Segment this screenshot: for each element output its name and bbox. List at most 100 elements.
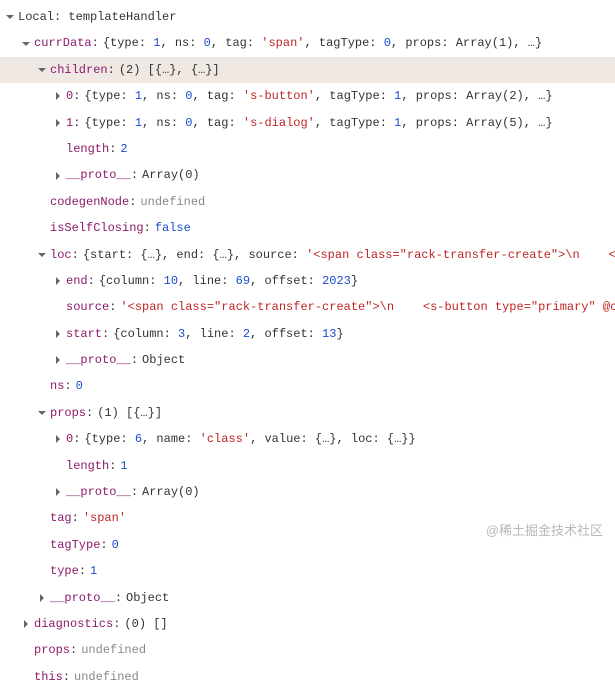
property-value: {type: 1, ns: 0, tag: 's-dialog', tagTyp… [84,113,552,133]
object-tree: currData: {type: 1, ns: 0, tag: 'span', … [0,30,615,690]
chevron-right-icon[interactable] [36,592,48,604]
chevron-right-icon[interactable] [52,117,64,129]
tree-row[interactable]: 0: {type: 6, name: 'class', value: {…}, … [0,426,615,452]
colon: : [79,561,86,581]
tree-row[interactable]: end: {column: 10, line: 69, offset: 2023… [0,268,615,294]
chevron-right-icon[interactable] [52,170,64,182]
property-value: (0) [] [124,614,167,634]
colon: : [70,640,77,660]
colon: : [109,139,116,159]
chevron-right-icon[interactable] [52,275,64,287]
tree-row[interactable]: tag: 'span' [0,505,615,531]
colon: : [115,588,122,608]
chevron-right-icon[interactable] [52,433,64,445]
chevron-down-icon[interactable] [36,407,48,419]
property-key: loc [50,245,72,265]
chevron-down-icon[interactable] [36,64,48,76]
property-value: 0 [76,376,83,396]
colon: : [73,429,80,449]
chevron-down-icon[interactable] [4,11,16,23]
property-key: codegenNode [50,192,129,212]
property-value: undefined [74,667,139,687]
colon: : [131,482,138,502]
property-key: tagType [50,535,100,555]
colon: : [131,350,138,370]
property-key: type [50,561,79,581]
property-value: undefined [81,640,146,660]
tree-row[interactable]: start: {column: 3, line: 2, offset: 13} [0,321,615,347]
scope-panel: Local: templateHandler currData: {type: … [0,0,615,694]
property-value: Object [142,350,185,370]
colon: : [73,86,80,106]
property-value: Array(0) [142,482,200,502]
property-key: 0 [66,429,73,449]
chevron-down-icon[interactable] [20,38,32,50]
property-key: this [34,667,63,687]
colon: : [109,297,116,317]
property-key: diagnostics [34,614,113,634]
chevron-right-icon[interactable] [52,90,64,102]
tree-row[interactable]: __proto__: Object [0,347,615,373]
property-key: tag [50,508,72,528]
colon: : [102,324,109,344]
tree-row[interactable]: this: undefined [0,664,615,690]
colon: : [88,271,95,291]
chevron-right-icon[interactable] [52,328,64,340]
colon: : [64,376,71,396]
tree-row[interactable]: isSelfClosing: false [0,215,615,241]
tree-row[interactable]: props: undefined [0,637,615,663]
tree-row[interactable]: __proto__: Array(0) [0,162,615,188]
colon: : [63,667,70,687]
chevron-down-icon[interactable] [36,249,48,261]
tree-row[interactable]: loc: {start: {…}, end: {…}, source: '<sp… [0,242,615,268]
chevron-right-icon[interactable] [52,354,64,366]
scope-label-name: templateHandler [68,10,176,24]
scope-header[interactable]: Local: templateHandler [0,4,615,30]
tree-row[interactable]: __proto__: Array(0) [0,479,615,505]
property-value: 2 [120,139,127,159]
colon: : [100,535,107,555]
colon: : [86,403,93,423]
property-key: ns [50,376,64,396]
colon: : [144,218,151,238]
property-value: 'span' [83,508,126,528]
tree-row[interactable]: codegenNode: undefined [0,189,615,215]
tree-row[interactable]: diagnostics: (0) [] [0,611,615,637]
colon: : [108,60,115,80]
property-value: {type: 1, ns: 0, tag: 's-button', tagTyp… [84,86,552,106]
colon: : [72,508,79,528]
property-value: {column: 3, line: 2, offset: 13} [113,324,343,344]
property-value: '<span class="rack-transfer-create">\n <… [120,297,615,317]
tree-row[interactable]: __proto__: Object [0,585,615,611]
tree-row[interactable]: tagType: 0 [0,532,615,558]
property-key: end [66,271,88,291]
colon: : [113,614,120,634]
property-key: __proto__ [50,588,115,608]
property-value: 1 [90,561,97,581]
property-key: source [66,297,109,317]
tree-row[interactable]: props: (1) [{…}] [0,400,615,426]
tree-row[interactable]: type: 1 [0,558,615,584]
tree-row[interactable]: 0: {type: 1, ns: 0, tag: 's-button', tag… [0,83,615,109]
tree-row[interactable]: length: 2 [0,136,615,162]
tree-row[interactable]: children: (2) [{…}, {…}] [0,57,615,83]
property-value: (1) [{…}] [97,403,162,423]
chevron-right-icon[interactable] [20,618,32,630]
tree-row[interactable]: currData: {type: 1, ns: 0, tag: 'span', … [0,30,615,56]
chevron-right-icon[interactable] [52,486,64,498]
colon: : [131,165,138,185]
property-value: {start: {…}, end: {…}, source: '<span cl… [83,245,615,265]
property-value: (2) [{…}, {…}] [119,60,220,80]
colon: : [92,33,99,53]
property-key: __proto__ [66,482,131,502]
property-value: undefined [140,192,205,212]
tree-row[interactable]: 1: {type: 1, ns: 0, tag: 's-dialog', tag… [0,110,615,136]
property-key: __proto__ [66,350,131,370]
tree-row[interactable]: source: '<span class="rack-transfer-crea… [0,294,615,320]
property-key: isSelfClosing [50,218,144,238]
colon: : [109,456,116,476]
colon: : [72,245,79,265]
tree-row[interactable]: ns: 0 [0,373,615,399]
tree-row[interactable]: length: 1 [0,453,615,479]
property-value: 1 [120,456,127,476]
